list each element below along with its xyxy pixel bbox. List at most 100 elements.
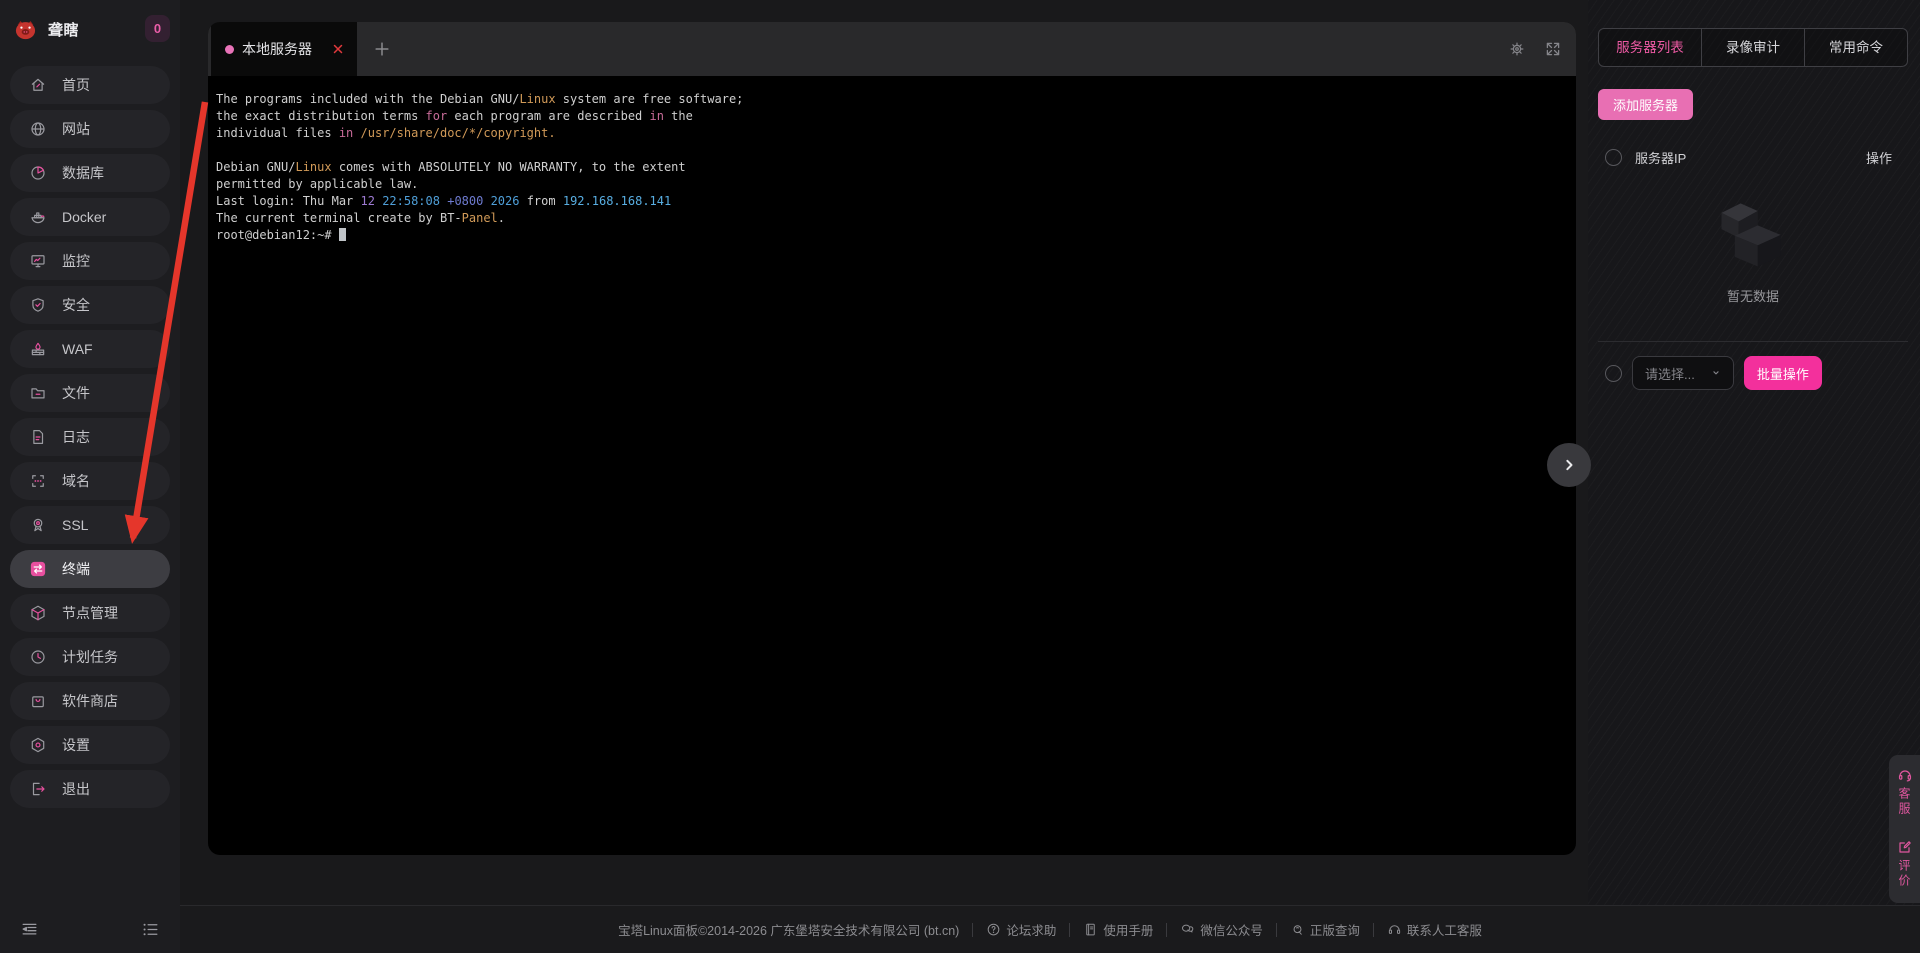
column-action: 操作 [1866,148,1892,167]
right-panel-tab-2[interactable]: 录像审计 [1701,29,1804,66]
service-icon [1897,767,1913,783]
database-icon [29,164,47,182]
bulk-action-row: 请选择... 批量操作 [1598,356,1908,390]
footer-link[interactable]: 微信公众号 [1180,920,1263,939]
sidebar-item-14[interactable]: 计划任务 [10,638,170,676]
footer-link[interactable]: 正版查询 [1290,920,1360,939]
terminal-actions [1508,40,1576,58]
column-server-ip: 服务器IP [1635,148,1686,167]
monitor-icon [29,252,47,270]
right-panel-tab-1[interactable]: 服务器列表 [1599,29,1701,66]
terminal-tab-local-server[interactable]: 本地服务器 [211,22,357,76]
footer-separator [972,923,973,937]
bulk-action-button[interactable]: 批量操作 [1744,356,1822,390]
sidebar-item-15[interactable]: 软件商店 [10,682,170,720]
ssl-icon [29,516,47,534]
collapse-icon[interactable] [20,920,39,939]
add-server-button[interactable]: 添加服务器 [1598,89,1693,120]
question-circle-icon [986,922,1001,937]
sidebar-item-label: 软件商店 [62,691,118,711]
terminal-icon [29,560,47,578]
logout-icon [29,780,47,798]
pig-logo-icon [12,16,39,43]
settings-icon [29,736,47,754]
float-feedback-button[interactable]: 评价 [1896,839,1913,889]
footer-separator [1373,923,1374,937]
sidebar-item-6[interactable]: 安全 [10,286,170,324]
home-icon [29,76,47,94]
sidebar-item-13[interactable]: 节点管理 [10,594,170,632]
terminal-line: permitted by applicable law. [216,176,1568,193]
sidebar: 聋瞎 0 首页网站数据库 Docker 监控安全 WAF 文件日志域名 SSL 终端节点管理… [0,0,180,953]
footer-copyright: 宝塔Linux面板©2014-2026 广东堡塔安全技术有限公司 (bt.cn) [618,920,959,939]
terminal-line: Last login: Thu Mar 12 22:58:08 +0800 20… [216,193,1568,210]
footer-link[interactable]: 使用手册 [1083,920,1153,939]
right-panel-tab-3[interactable]: 常用命令 [1804,29,1907,66]
sidebar-item-17[interactable]: 退出 [10,770,170,808]
empty-state: 暂无数据 [1598,193,1908,305]
sidebar-item-11[interactable]: SSL [10,506,170,544]
sidebar-item-10[interactable]: 域名 [10,462,170,500]
sidebar-item-2[interactable]: 网站 [10,110,170,148]
add-tab-button[interactable] [372,39,392,59]
sidebar-item-7[interactable]: WAF [10,330,170,368]
sidebar-item-label: WAF [62,341,93,357]
float-service-button[interactable]: 客服 [1896,767,1913,817]
sidebar-item-label: Docker [62,209,106,225]
server-list-panel: 服务器列表录像审计常用命令 添加服务器 服务器IP 操作 暂无数据 请选择... [1588,0,1920,905]
node-icon [29,604,47,622]
terminal-line: individual files in /usr/share/doc/*/cop… [216,125,1568,142]
select-all-checkbox[interactable] [1605,149,1622,166]
divider [1598,341,1908,342]
sidebar-item-label: 退出 [62,779,90,799]
select-value: 请选择... [1645,364,1695,383]
sidebar-item-label: 安全 [62,295,90,315]
brand: 聋瞎 0 [0,0,180,58]
shop-icon [29,692,47,710]
sidebar-item-3[interactable]: 数据库 [10,154,170,192]
footer-bar: 宝塔Linux面板©2014-2026 广东堡塔安全技术有限公司 (bt.cn)… [180,905,1920,953]
expand-icon[interactable] [1544,40,1562,58]
bulk-action-select[interactable]: 请选择... [1632,356,1734,390]
empty-text: 暂无数据 [1598,286,1908,305]
bulk-select-checkbox[interactable] [1605,365,1622,382]
sidebar-item-label: 网站 [62,119,90,139]
close-icon[interactable] [331,42,345,56]
clock-icon [29,648,47,666]
sidebar-item-4[interactable]: Docker [10,198,170,236]
terminal-tabbar: 本地服务器 [208,22,1576,76]
domain-icon [29,472,47,490]
terminal-line [216,142,1568,159]
footer-link[interactable]: 论坛求助 [986,920,1056,939]
sidebar-item-1[interactable]: 首页 [10,66,170,104]
sidebar-item-label: 数据库 [62,163,104,183]
terminal-output[interactable]: The programs included with the Debian GN… [208,76,1576,259]
sidebar-item-label: 文件 [62,383,90,403]
message-count-badge[interactable]: 0 [145,15,170,42]
gear-icon[interactable] [1508,40,1526,58]
sidebar-item-label: 终端 [62,559,90,579]
right-panel-tabs: 服务器列表录像审计常用命令 [1598,28,1908,67]
wechat-icon [1180,922,1195,937]
terminal-line: The programs included with the Debian GN… [216,91,1568,108]
bt-panel-page: 聋瞎 0 首页网站数据库 Docker 监控安全 WAF 文件日志域名 SSL 终端节点管理… [0,0,1920,953]
support-float-widget: 客服评价 [1889,755,1920,903]
terminal-line: the exact distribution terms for each pr… [216,108,1568,125]
sidebar-item-5[interactable]: 监控 [10,242,170,280]
list-icon[interactable] [141,920,160,939]
sidebar-item-8[interactable]: 文件 [10,374,170,412]
brand-name: 聋瞎 [48,19,79,40]
collapse-panel-handle[interactable] [1547,443,1591,487]
chevron-down-icon [1709,366,1723,380]
sidebar-item-16[interactable]: 设置 [10,726,170,764]
footer-link[interactable]: 联系人工客服 [1387,920,1482,939]
globe-icon [29,120,47,138]
sidebar-item-12[interactable]: 终端 [10,550,170,588]
footer-separator [1166,923,1167,937]
sidebar-nav: 首页网站数据库 Docker 监控安全 WAF 文件日志域名 SSL 终端节点管理计划任务软… [0,58,180,808]
sidebar-item-9[interactable]: 日志 [10,418,170,456]
terminal-cursor [339,228,346,241]
terminal-line: Debian GNU/Linux comes with ABSOLUTELY N… [216,159,1568,176]
sidebar-item-label: 域名 [62,471,90,491]
float-label: 客服 [1896,787,1913,817]
